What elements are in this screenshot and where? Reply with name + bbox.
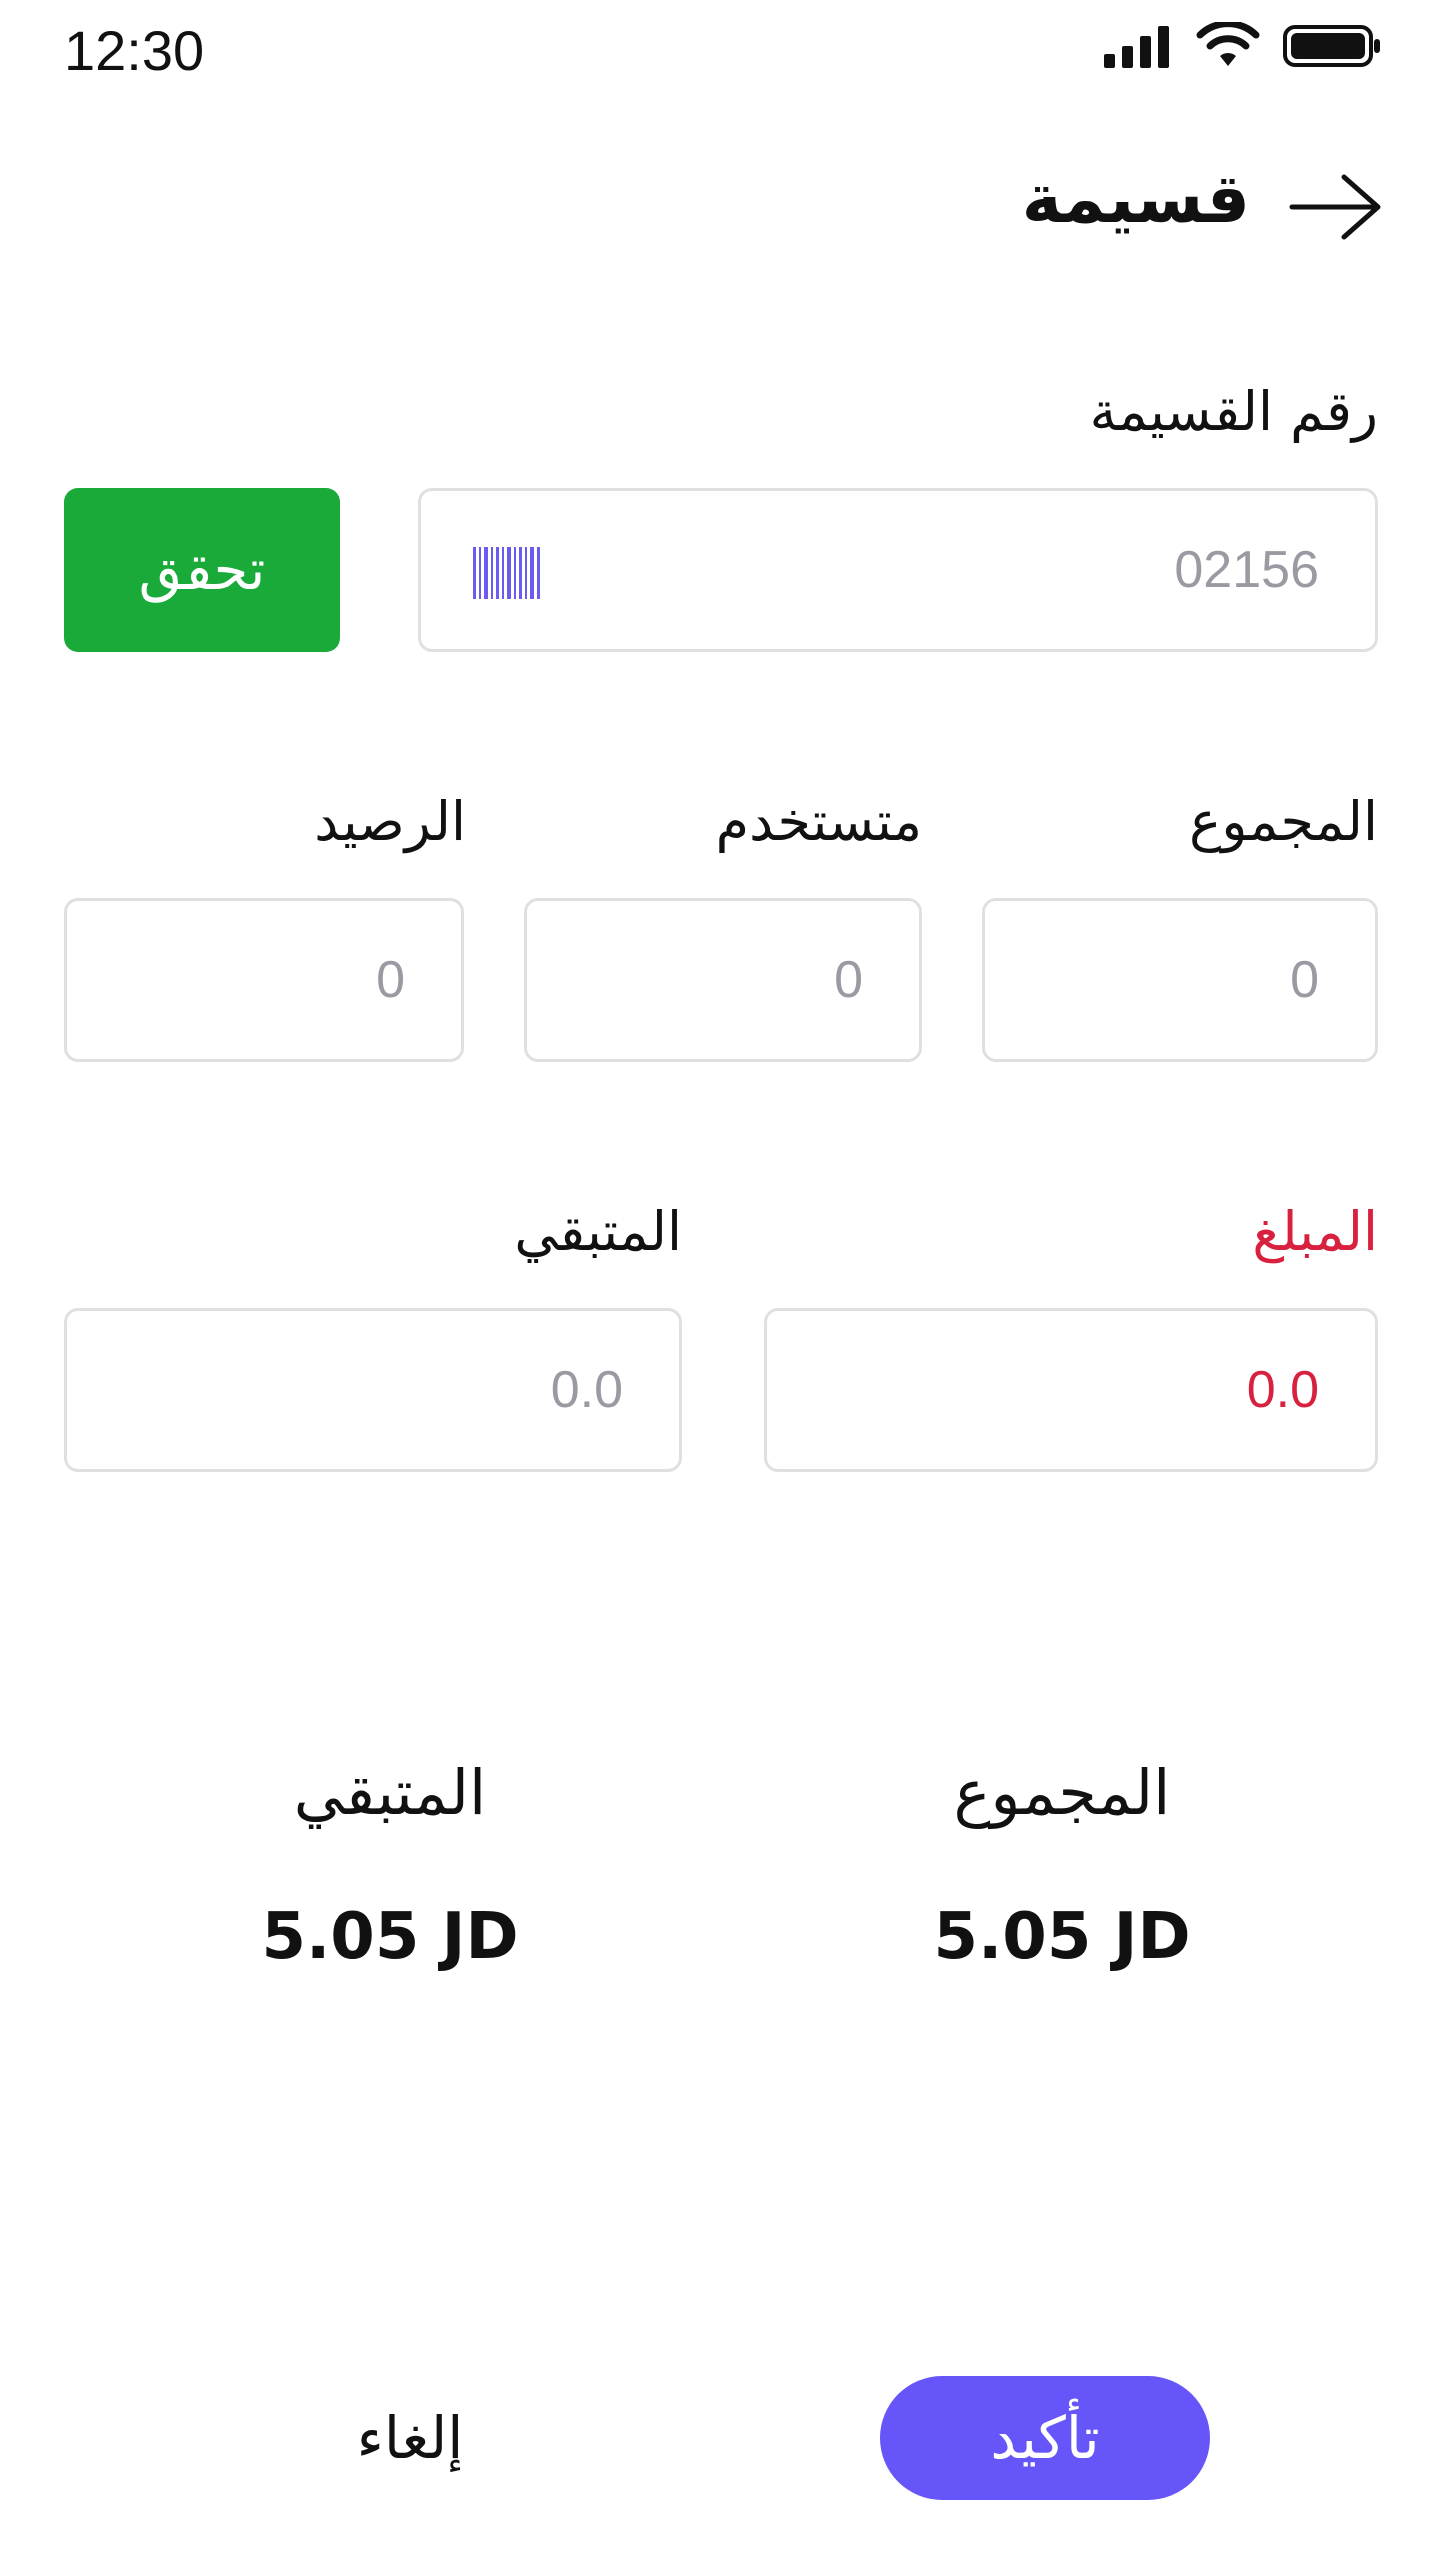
voucher-number-placeholder: 02156: [1174, 541, 1319, 599]
verify-button[interactable]: تحقق: [64, 488, 340, 652]
remaining-field[interactable]: 0.0: [64, 1308, 682, 1472]
summary-remaining-value: 5.05 JD: [261, 1900, 519, 1974]
barcode-icon[interactable]: [473, 547, 541, 599]
status-bar: 12:30: [0, 0, 1440, 100]
voucher-number-input[interactable]: 02156: [418, 488, 1378, 652]
status-icons: [1102, 22, 1382, 70]
page-title: قسيمة: [1021, 160, 1250, 239]
balance-label: الرصيد: [314, 790, 466, 853]
summary-total-value: 5.05 JD: [933, 1900, 1191, 1974]
amount-label: المبلغ: [1252, 1200, 1378, 1263]
cancel-button[interactable]: إلغاء: [300, 2376, 520, 2500]
remaining-label: المتبقي: [514, 1200, 682, 1263]
summary-total-label: المجموع: [953, 1756, 1171, 1829]
total-field-value: 0: [1290, 951, 1319, 1009]
wifi-icon: [1196, 22, 1260, 66]
signal-icon: [1104, 26, 1169, 68]
amount-field[interactable]: 0.0: [764, 1308, 1378, 1472]
used-field-value: 0: [834, 951, 863, 1009]
remaining-field-value: 0.0: [550, 1361, 623, 1419]
used-label: متستخدم: [715, 790, 922, 853]
total-label: المجموع: [1189, 790, 1378, 853]
voucher-number-label: رقم القسيمة: [1089, 380, 1378, 443]
summary-remaining-label: المتبقي: [293, 1756, 487, 1829]
balance-field-value: 0: [376, 951, 405, 1009]
status-time: 12:30: [64, 19, 205, 82]
battery-icon: [1283, 25, 1380, 67]
amount-field-value: 0.0: [1246, 1361, 1319, 1419]
used-field[interactable]: 0: [524, 898, 922, 1062]
confirm-button[interactable]: تأكيد: [880, 2376, 1210, 2500]
balance-field[interactable]: 0: [64, 898, 464, 1062]
arrow-right-icon[interactable]: [1288, 172, 1384, 242]
total-field[interactable]: 0: [982, 898, 1378, 1062]
